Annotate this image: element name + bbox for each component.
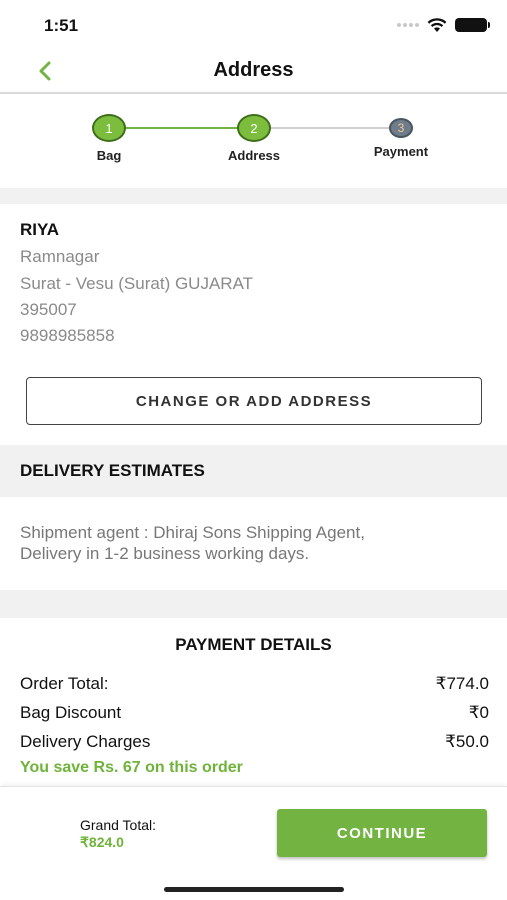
step-bag-label: Bag [96,148,122,163]
status-time: 1:51 [44,16,79,35]
nav-bar: Address [0,50,507,94]
order-total-label: Order Total: [20,674,109,693]
bag-discount-row: Bag Discount ₹0 [20,703,489,723]
address-line-2: Surat - Vesu (Surat) GUJARAT [20,274,254,293]
home-indicator [164,887,344,892]
payment-details-title: PAYMENT DETAILS [175,635,332,654]
bag-discount-label: Bag Discount [20,703,122,722]
step-address-label: Address [227,148,281,163]
shipping-address-card: RIYA Ramnagar Surat - Vesu (Surat) GUJAR… [0,204,507,444]
order-total-row: Order Total: ₹774.0 [20,674,489,694]
signal-icon [397,23,419,27]
delivery-time-text: Delivery in 1-2 business working days. [20,544,310,563]
step-address-indicator: 2 [237,114,271,142]
delivery-estimates-header: DELIVERY ESTIMATES [0,445,507,497]
address-line-1: Ramnagar [20,247,100,266]
address-pincode: 395007 [20,300,77,319]
delivery-charges-row: Delivery Charges ₹50.0 [20,732,489,752]
step-bag-indicator: 1 [92,114,126,142]
order-total-value: ₹774.0 [435,674,489,693]
savings-message: You save Rs. 67 on this order [20,759,243,776]
delivery-estimates-title: DELIVERY ESTIMATES [20,461,205,480]
status-icons [397,16,490,34]
battery-icon [455,18,490,32]
step-connector-upcoming [270,127,390,129]
shipment-agent-text: Shipment agent : Dhiraj Sons Shipping Ag… [20,523,365,542]
section-divider [0,590,507,618]
section-divider [0,188,507,204]
checkout-footer: Grand Total: ₹824.0 CONTINUE [0,786,507,900]
step-payment-indicator: 3 [389,118,413,138]
delivery-charges-value: ₹50.0 [445,732,489,751]
address-phone: 9898985858 [20,326,115,345]
bag-discount-value: ₹0 [468,703,489,722]
page-title: Address [213,59,294,81]
status-bar: 1:51 [0,0,507,50]
step-payment-label: Payment [373,144,429,159]
grand-total-label: Grand Total: [80,817,157,833]
payment-details-card: PAYMENT DETAILS Order Total: ₹774.0 Bag … [0,618,507,786]
wifi-icon [427,17,447,32]
delivery-estimate-text: Shipment agent : Dhiraj Sons Shipping Ag… [20,522,490,564]
grand-total-value: ₹824.0 [80,834,124,850]
address-name: RIYA [20,220,60,239]
continue-button[interactable]: CONTINUE [277,809,487,857]
step-connector-completed [120,127,238,129]
change-address-button[interactable]: CHANGE OR ADD ADDRESS [26,377,482,425]
delivery-charges-label: Delivery Charges [20,732,151,751]
checkout-stepper: 1 Bag 2 Address 3 Payment [0,96,507,186]
